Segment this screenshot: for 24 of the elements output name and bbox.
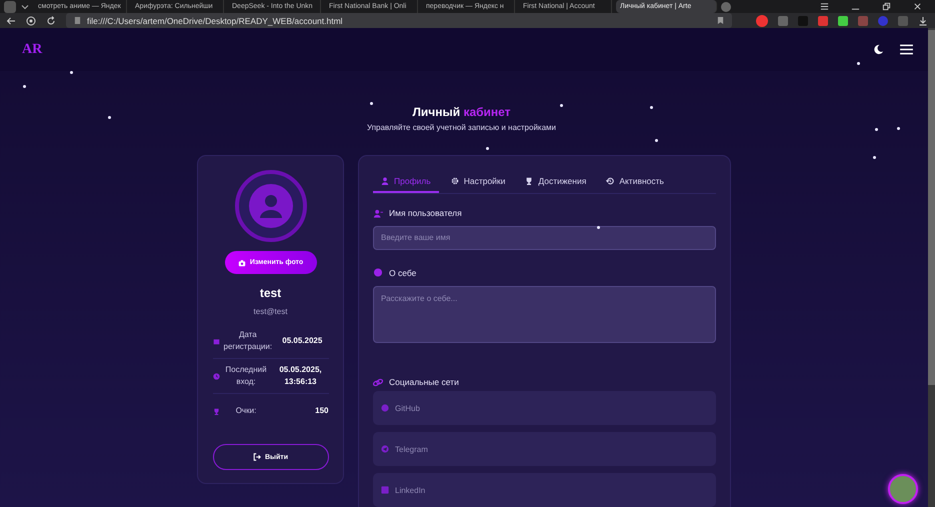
page-subtitle: Управляйте своей учетной записью и настройками bbox=[366, 123, 556, 132]
text-area[interactable]: Расскажите о себе... bbox=[373, 286, 716, 343]
field-label: Имя пользователя bbox=[389, 208, 462, 218]
profile-tab[interactable]: Достижения bbox=[517, 174, 594, 193]
page-title: Личный кабинет bbox=[412, 105, 511, 119]
site-logo[interactable]: AR bbox=[22, 42, 42, 58]
username: test bbox=[260, 286, 282, 300]
stat-value: 150 bbox=[314, 405, 328, 417]
field-label: О себе bbox=[389, 268, 416, 278]
input-field[interactable]: Введите ваше имя bbox=[373, 226, 716, 250]
url-text: file:///C:/Users/artem/OneDrive/Desktop/READY_WEB/account.html bbox=[87, 16, 343, 26]
stat-value: 05.05.2025 bbox=[281, 335, 324, 347]
section-label: Социальные сети bbox=[389, 377, 459, 387]
user-email: test@test bbox=[254, 307, 288, 316]
stat-label: Дата регистрации: bbox=[224, 329, 272, 353]
social-link-field[interactable]: GitHub bbox=[373, 391, 716, 425]
profile-tab[interactable]: Активность bbox=[598, 174, 672, 193]
stat-value: 05.05.2025, 13:56:13 bbox=[278, 364, 323, 388]
profile-tab[interactable]: Настройки bbox=[442, 174, 514, 193]
stat-label: Очки: bbox=[234, 405, 258, 417]
social-link-field[interactable]: LinkedIn bbox=[373, 473, 716, 507]
address-field[interactable]: file:///C:/Users/artem/OneDrive/Desktop/READY_WEB/account.html bbox=[66, 13, 732, 28]
social-link-field[interactable]: Telegram bbox=[373, 432, 716, 466]
stat-label: Последний вход: bbox=[224, 364, 268, 388]
